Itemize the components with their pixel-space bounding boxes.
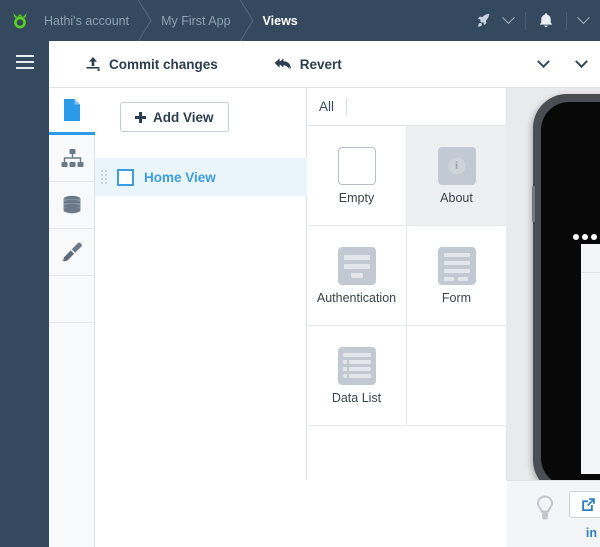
template-label: Form	[441, 290, 472, 305]
notifications-button[interactable]	[532, 0, 560, 41]
template-item-about[interactable]: i About	[407, 126, 507, 226]
breadcrumb-item-app[interactable]: My First App	[157, 0, 236, 41]
preview-bottom-bar: in	[507, 480, 600, 547]
plus-icon	[135, 111, 146, 123]
sitemap-icon	[61, 148, 83, 167]
hamburger-menu-icon[interactable]	[16, 55, 34, 69]
view-item-label: Home View	[144, 169, 216, 185]
signal-dot-filled	[591, 234, 597, 240]
template-label: Authentication	[316, 290, 397, 305]
template-item-form[interactable]: Form	[407, 226, 507, 326]
authentication-template-icon	[337, 246, 376, 285]
sidebar-item-database[interactable]	[49, 182, 95, 229]
form-template-icon	[437, 246, 476, 285]
app-logo[interactable]	[0, 0, 40, 41]
phone-screen-content[interactable]	[581, 244, 600, 474]
user-dropdown-button[interactable]	[573, 0, 594, 41]
rocket-icon	[477, 13, 490, 27]
drag-handle-icon[interactable]	[101, 169, 109, 184]
sidebar-item-structure[interactable]	[49, 135, 95, 182]
add-view-label: Add View	[153, 109, 214, 125]
template-label: About	[440, 190, 473, 205]
external-link-icon	[581, 498, 595, 511]
phone-mockup: CA	[532, 94, 600, 480]
breadcrumb-item-account[interactable]: Hathi's account	[40, 0, 135, 41]
commit-changes-button[interactable]: Commit changes	[71, 41, 232, 88]
breadcrumb-item-views[interactable]: Views	[259, 0, 304, 41]
toolbar-dropdown-1[interactable]	[524, 41, 562, 88]
toolbar-dropdown-2[interactable]	[562, 41, 600, 88]
data-list-template-icon	[337, 346, 376, 385]
header-actions	[469, 0, 600, 41]
template-item-authentication[interactable]: Authentication	[307, 226, 407, 326]
left-rail	[0, 41, 49, 547]
paintbrush-icon	[62, 242, 82, 262]
tab-divider	[346, 97, 348, 116]
template-tabs: All	[307, 88, 506, 126]
template-grid-empty-cell	[407, 326, 507, 426]
breadcrumb: Hathi's account My First App Views	[40, 0, 304, 41]
sidebar-item-theme[interactable]	[49, 229, 95, 276]
template-label: Data List	[331, 390, 382, 405]
appery-logo-icon	[13, 12, 27, 28]
breadcrumb-separator-icon-2	[237, 0, 259, 41]
rocket-dropdown-button[interactable]	[498, 0, 519, 41]
views-list-panel: Add View Home View	[95, 88, 307, 547]
header-divider	[525, 11, 526, 30]
signal-dot-filled	[573, 234, 579, 240]
toolbar-right-actions	[524, 41, 600, 88]
list-item-home-view[interactable]: Home View	[95, 158, 307, 196]
upload-icon	[86, 57, 100, 71]
bell-icon	[539, 13, 553, 28]
breadcrumb-separator-icon	[135, 0, 157, 41]
open-external-button[interactable]	[569, 491, 600, 518]
header-divider-2	[566, 11, 567, 30]
screen-header-divider	[581, 272, 600, 273]
file-page-icon	[64, 99, 80, 121]
database-icon	[63, 195, 81, 214]
template-item-data-list[interactable]: Data List	[307, 326, 407, 426]
chevron-down-icon-2	[577, 11, 590, 25]
add-view-button[interactable]: Add View	[120, 102, 229, 132]
chevron-down-icon-3	[536, 54, 550, 68]
template-picker-panel: All Empty i About Authentication Form Da…	[307, 88, 507, 547]
info-circle-icon: i	[437, 146, 476, 185]
empty-template-icon	[337, 146, 376, 185]
editor-toolbar: Commit changes Revert	[49, 41, 600, 88]
sidebar-item-pages[interactable]	[49, 88, 95, 135]
add-view-container: Add View	[95, 88, 306, 132]
revert-button[interactable]: Revert	[260, 41, 356, 88]
commit-changes-label: Commit changes	[109, 56, 218, 72]
phone-screen-bezel: CA	[541, 102, 600, 480]
phone-volume-button	[532, 186, 535, 222]
device-preview: CA	[507, 88, 600, 480]
chevron-down-icon-4	[574, 54, 588, 68]
chevron-down-icon	[502, 11, 515, 25]
editor-tab-rail	[49, 88, 95, 547]
reply-all-icon	[274, 58, 291, 70]
revert-label: Revert	[299, 56, 342, 72]
hint-button[interactable]	[534, 494, 556, 527]
template-grid: Empty i About Authentication Form Data L…	[307, 126, 507, 426]
tab-all[interactable]: All	[307, 88, 346, 126]
template-item-empty[interactable]: Empty	[307, 126, 407, 226]
signal-dot-filled	[582, 234, 588, 240]
view-square-icon	[117, 168, 134, 186]
rocket-button[interactable]	[469, 0, 498, 41]
tab-rail-filler	[49, 276, 95, 323]
phone-status-bar: CA	[573, 231, 600, 243]
lightbulb-icon	[536, 495, 554, 520]
top-header: Hathi's account My First App Views	[0, 0, 600, 41]
lower-background-fill	[95, 480, 507, 547]
template-label: Empty	[338, 190, 375, 205]
bottom-link[interactable]: in	[507, 526, 600, 540]
